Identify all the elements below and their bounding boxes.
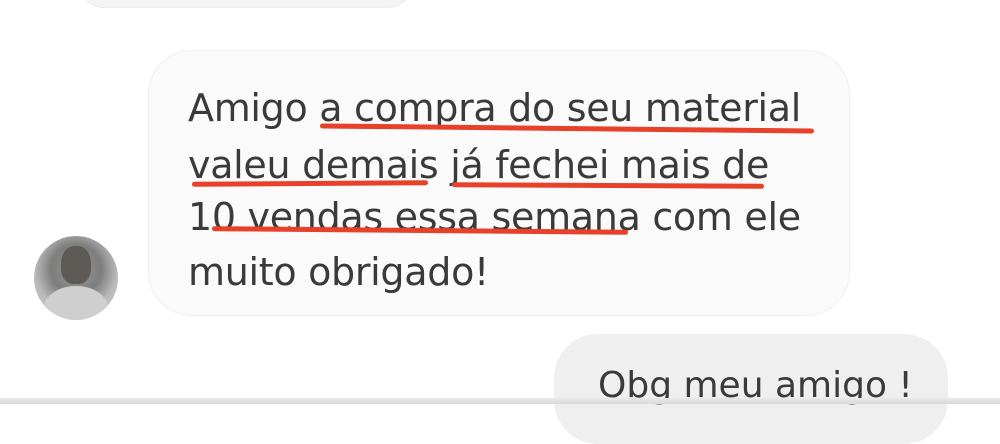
sender-avatar[interactable] xyxy=(34,236,118,320)
bottom-divider xyxy=(0,398,1000,404)
avatar-head-shape xyxy=(61,246,91,284)
incoming-message-line: muito obrigado! xyxy=(188,250,489,294)
avatar-shoulders-shape xyxy=(44,286,108,320)
incoming-message-line: Amigo a compra do seu material xyxy=(188,86,802,130)
incoming-message-line: valeu demais já fechei mais de xyxy=(188,143,770,187)
previous-message-bubble xyxy=(80,0,412,8)
